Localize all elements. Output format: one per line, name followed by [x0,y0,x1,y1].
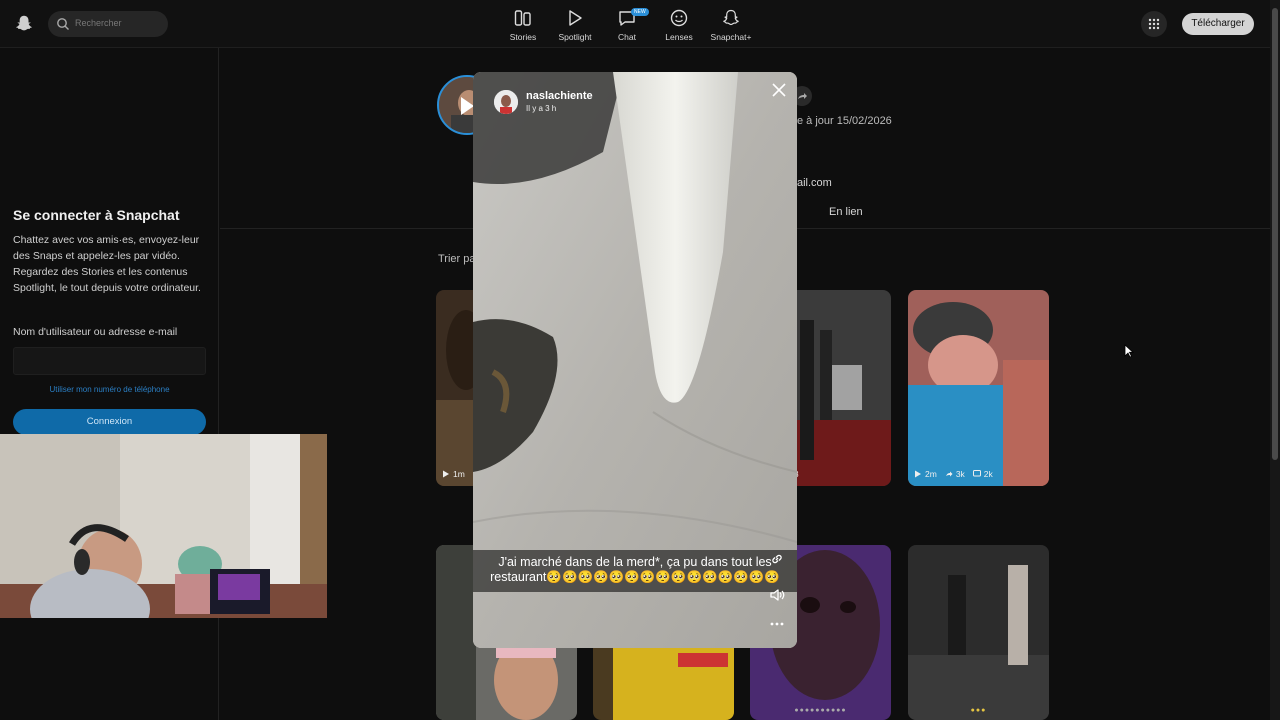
comment-icon [972,470,981,477]
nav-stories[interactable]: Stories [497,8,549,42]
nav-label: Lenses [665,32,693,42]
nav-label: Stories [509,32,537,42]
download-button[interactable]: Télécharger [1182,13,1254,35]
sort-label[interactable]: Trier pa [438,253,476,265]
story-author-avatar[interactable] [494,90,518,114]
nav-label: Spotlight [558,32,592,42]
new-badge: NEW [631,8,649,16]
story-caption: J'ai marché dans de la merd*, ça pu dans… [473,550,797,592]
comment-count: 2k [983,469,993,479]
stories-icon [514,10,531,26]
caption-line: restaurant🥺🥺🥺🥺🥺🥺🥺🥺🥺🥺🥺🥺🥺🥺🥺 [490,570,780,584]
nav-snapchat-plus[interactable]: Snapchat+ [705,8,757,42]
top-bar: Rechercher Stories Spotlight NEW Chat Le… [0,0,1270,48]
view-count: 1m [453,469,465,479]
scrollbar-thumb[interactable] [1272,8,1278,460]
login-panel: Se connecter à Snapchat Chattez avec vos… [0,48,219,720]
tab-related[interactable]: En lien [829,206,863,218]
mouse-cursor-icon [1124,344,1134,358]
login-title: Se connecter à Snapchat [13,207,180,223]
grid-icon [1148,18,1160,30]
caption-line: J'ai marché dans de la merd*, ça pu dans… [498,555,772,569]
story-timestamp: Il y a 3 h [526,104,557,113]
nav-lenses[interactable]: Lenses [653,8,705,42]
link-icon[interactable] [770,552,784,566]
card-badge: ●●●●●●●●●● [794,707,847,714]
story-viewer[interactable]: naslachiente Il y a 3 h J'ai marché dans… [473,72,797,648]
play-icon [443,470,449,478]
nav-spotlight[interactable]: Spotlight [549,8,601,42]
search-box[interactable]: Rechercher [48,11,168,37]
apps-grid-button[interactable] [1141,11,1167,37]
close-icon [772,83,786,97]
close-button[interactable] [770,81,788,99]
webcam-feed [0,434,327,618]
snapchat-ghost-icon[interactable] [15,14,33,32]
volume-icon[interactable] [769,587,785,603]
card-thumbnail [908,545,1049,720]
page-scrollbar[interactable] [1270,0,1280,720]
search-icon [57,18,69,30]
story-author-name[interactable]: naslachiente [526,90,593,102]
card-thumbnail [908,290,1049,486]
more-options-icon[interactable] [769,620,785,628]
search-placeholder: Rechercher [75,18,122,28]
login-button[interactable]: Connexion [13,409,206,435]
card-badge: ●●● [970,707,987,714]
profile-email: ail.com [797,177,832,189]
spotlight-card[interactable]: 2m 3k 2k [908,290,1049,486]
share-count: 3k [955,469,965,479]
snapchat-plus-icon [723,9,739,26]
card-stats: 2m 3k 2k [914,469,993,479]
webcam-overlay [0,434,327,618]
play-icon [915,470,921,478]
share-icon [945,471,953,477]
view-count: 2m [925,469,937,479]
nav-label: Chat [618,32,636,42]
login-description: Chattez avec vos amis·es, envoyez-leur d… [13,234,201,294]
avatar-image [494,90,518,114]
profile-updated-date: e à jour 15/02/2026 [797,115,892,127]
nav-label: Snapchat+ [710,32,752,42]
username-input[interactable] [13,347,206,375]
lenses-icon [670,9,688,27]
card-stats: 1m [442,469,465,479]
share-icon [798,93,807,99]
use-phone-link[interactable]: Utiliser mon numéro de téléphone [13,385,206,394]
nav-chat[interactable]: NEW Chat [601,8,653,42]
spotlight-card[interactable]: ●●● [908,545,1049,720]
username-label: Nom d'utilisateur ou adresse e-mail [13,326,178,338]
play-icon [569,10,582,26]
